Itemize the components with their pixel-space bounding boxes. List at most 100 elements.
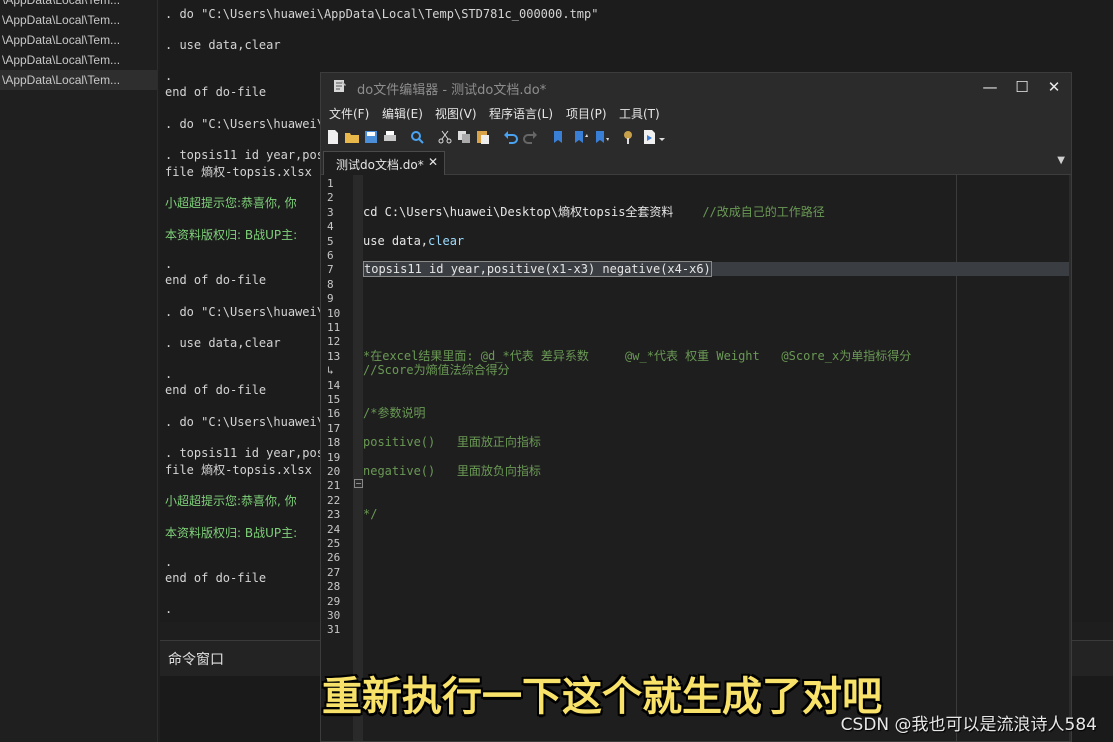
result-line: 小超超提示您:恭喜你, 你 [165, 196, 297, 210]
line-number: 10 [327, 306, 341, 320]
result-line: . use data,clear [165, 38, 281, 52]
result-line: end of do-file [165, 383, 267, 397]
line-number: 6 [327, 249, 334, 262]
result-line: . [165, 602, 173, 616]
bookmark-next-icon[interactable] [593, 129, 609, 145]
video-subtitle: 重新执行一下这个就生成了对吧 [322, 674, 882, 720]
do-file-editor-window: do文件编辑器 - 测试do文档.do* — ☐ ✕ 文件(F) 编辑(E) 视… [320, 72, 1072, 742]
run-do-file-icon[interactable] [641, 129, 657, 145]
result-line: . do "C:\Users\huawei\ [165, 305, 324, 319]
line-number: 24 [327, 522, 341, 536]
result-line: . [165, 367, 173, 381]
menu-project[interactable]: 项目(P) [566, 105, 607, 122]
redo-icon[interactable] [522, 129, 538, 145]
code-line-13-wrap[interactable]: //Score为熵值法综合得分 [363, 363, 1069, 377]
file-list-item[interactable]: \AppData\Local\Tem... [0, 30, 157, 50]
menu-tools[interactable]: 工具(T) [619, 105, 660, 122]
code-text: topsis11 id year,positive(x1-x3) negativ… [363, 261, 712, 277]
file-list-item[interactable]: \AppData\Local\Tem... [0, 0, 157, 10]
line-number: 12 [327, 335, 341, 349]
code-line-13[interactable]: *在excel结果里面: @d_*代表 差异系数 @w_*代表 权重 Weigh… [363, 349, 1069, 363]
line-number: 28 [327, 580, 341, 594]
tab-do-file[interactable]: 测试do文档.do* ✕ [323, 151, 445, 175]
undo-icon[interactable] [503, 129, 519, 145]
line-number: 22 [327, 493, 341, 507]
line-number: 19 [327, 450, 341, 464]
result-line: . topsis11 id year,pos [165, 446, 324, 460]
tab-close-icon[interactable]: ✕ [428, 155, 438, 169]
fold-margin [353, 175, 363, 741]
fold-toggle-icon[interactable]: − [354, 479, 363, 488]
save-icon[interactable] [363, 129, 379, 145]
code-comment: /*参数说明 [363, 406, 426, 420]
file-list-item[interactable]: \AppData\Local\Tem... [0, 10, 157, 30]
print-icon[interactable] [382, 129, 398, 145]
menu-language[interactable]: 程序语言(L) [489, 105, 553, 122]
result-line: file 熵权-topsis.xlsx [165, 165, 312, 179]
code-line-20[interactable]: negative() 里面放负向指标 [363, 464, 1069, 478]
find-icon[interactable] [409, 129, 425, 145]
menu-view[interactable]: 视图(V) [435, 105, 477, 122]
line-number: 15 [327, 393, 341, 406]
line-number: 23 [327, 508, 341, 522]
line-number: 30 [327, 609, 341, 622]
csdn-watermark: CSDN @我也可以是流浪诗人584 [840, 715, 1097, 735]
code-keyword: clear [428, 234, 465, 248]
code-line-23[interactable]: */ [363, 507, 1069, 521]
code-line-5[interactable]: use data,clear [363, 234, 1069, 248]
copy-icon[interactable] [456, 129, 472, 145]
result-line: file 熵权-topsis.xlsx [165, 463, 312, 477]
file-list-item[interactable]: \AppData\Local\Tem... [0, 50, 157, 70]
result-line: 本资料版权归: B战UP主: [165, 228, 298, 242]
editor-tabbar: 测试do文档.do* ✕ ▼ [321, 151, 1071, 175]
code-line-18[interactable]: positive() 里面放正向指标 [363, 435, 1069, 449]
line-number: 11 [327, 321, 341, 334]
code-line-16[interactable]: /*参数说明 [363, 406, 1069, 420]
code-comment: *在excel结果里面: @d_*代表 差异系数 @w_*代表 权重 Weigh… [363, 349, 912, 363]
variables-panel: \AppData\Local\Tem... \AppData\Local\Tem… [0, 0, 158, 742]
result-line: 小超超提示您:恭喜你, 你 [165, 494, 297, 508]
tab-label: 测试do文档.do* [336, 158, 424, 172]
line-number: 25 [327, 537, 341, 550]
line-number: 27 [327, 565, 341, 579]
code-line-3[interactable]: cd C:\Users\huawei\Desktop\熵权topsis全套资料 … [363, 205, 1069, 219]
code-content[interactable]: cd C:\Users\huawei\Desktop\熵权topsis全套资料 … [363, 175, 1069, 741]
paste-icon[interactable] [475, 129, 491, 145]
result-line: . do "C:\Users\huawei\ [165, 415, 324, 429]
show-file-icon[interactable] [620, 129, 636, 145]
bookmark-toggle-icon[interactable] [551, 129, 567, 145]
menu-file[interactable]: 文件(F) [329, 105, 369, 122]
minimize-button[interactable]: — [975, 76, 1005, 98]
editor-titlebar[interactable]: do文件编辑器 - 测试do文档.do* — ☐ ✕ [321, 73, 1071, 101]
new-file-icon[interactable] [325, 129, 341, 145]
line-number: 18 [327, 436, 341, 450]
code-editor[interactable]: 1 2 3 4 5 6 7 8 9 10 11 12 13 ↳ 14 15 16 17 18 19 20 21 22 23 24… [321, 175, 1069, 741]
line-number: 9 [327, 292, 334, 306]
line-number: 1 [327, 177, 334, 190]
code-comment: */ [363, 507, 378, 521]
line-number: 29 [327, 594, 341, 608]
editor-toolbar [321, 125, 1071, 151]
open-folder-icon[interactable] [344, 129, 360, 145]
tab-list-dropdown-icon[interactable]: ▼ [1057, 155, 1065, 166]
code-comment: negative() 里面放负向指标 [363, 464, 541, 478]
result-line: end of do-file [165, 571, 267, 585]
result-line: . do "C:\Users\huawei\AppData\Local\Temp… [165, 7, 599, 21]
close-button[interactable]: ✕ [1039, 76, 1069, 98]
result-line: end of do-file [165, 273, 267, 287]
result-line: 本资料版权归: B战UP主: [165, 526, 298, 540]
menu-edit[interactable]: 编辑(E) [382, 105, 423, 122]
line-number: 31 [327, 623, 341, 637]
code-text: use data, [363, 234, 429, 248]
maximize-button[interactable]: ☐ [1007, 76, 1037, 98]
file-list-item[interactable]: \AppData\Local\Tem... [0, 70, 157, 90]
run-dropdown-icon[interactable] [657, 129, 667, 145]
line-number: 20 [327, 465, 341, 478]
code-line-7[interactable]: topsis11 id year,positive(x1-x3) negativ… [363, 261, 1069, 277]
line-number: ↳ [327, 364, 334, 378]
bookmark-prev-icon[interactable] [572, 129, 588, 145]
result-line: . [165, 257, 173, 271]
line-number: 2 [327, 191, 334, 205]
line-number: 26 [327, 551, 341, 565]
cut-icon[interactable] [437, 129, 453, 145]
